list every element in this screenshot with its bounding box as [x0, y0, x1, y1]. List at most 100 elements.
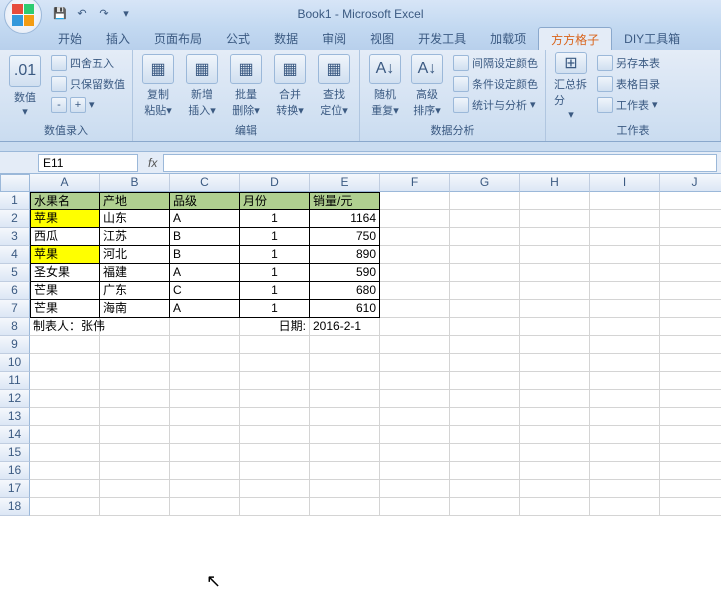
cell[interactable] [660, 444, 721, 462]
cell[interactable] [450, 390, 520, 408]
cell[interactable] [660, 462, 721, 480]
cell[interactable] [380, 300, 450, 318]
cell[interactable] [240, 444, 310, 462]
cell[interactable] [450, 318, 520, 336]
cell[interactable] [450, 498, 520, 516]
cell[interactable]: 1 [240, 300, 310, 318]
col-header[interactable]: E [310, 174, 380, 192]
cell[interactable] [240, 462, 310, 480]
cell[interactable]: 西瓜 [30, 228, 100, 246]
edit-button[interactable]: ▦查找定位▾ [313, 52, 355, 120]
cell[interactable] [520, 210, 590, 228]
cell[interactable]: A [170, 210, 240, 228]
cell[interactable] [380, 444, 450, 462]
cell[interactable] [520, 372, 590, 390]
cell[interactable] [660, 480, 721, 498]
cell[interactable] [520, 192, 590, 210]
cell[interactable] [660, 246, 721, 264]
cell[interactable] [100, 336, 170, 354]
edit-button[interactable]: ▦新增插入▾ [181, 52, 223, 120]
cell[interactable] [590, 300, 660, 318]
cell[interactable] [450, 462, 520, 480]
cell[interactable] [170, 372, 240, 390]
cell[interactable] [310, 408, 380, 426]
row-header[interactable]: 16 [0, 462, 30, 480]
cell[interactable]: 1 [240, 210, 310, 228]
cell[interactable] [590, 372, 660, 390]
cell[interactable] [520, 462, 590, 480]
cell[interactable] [520, 282, 590, 300]
cell[interactable] [170, 498, 240, 516]
cell[interactable] [100, 318, 170, 336]
numeric-button[interactable]: .01 数值▾ [4, 52, 46, 120]
cell[interactable] [590, 246, 660, 264]
cell[interactable] [170, 408, 240, 426]
cell[interactable]: 河北 [100, 246, 170, 264]
cell[interactable] [660, 264, 721, 282]
cell[interactable] [170, 444, 240, 462]
cell[interactable] [30, 336, 100, 354]
cell[interactable] [30, 408, 100, 426]
cell[interactable] [660, 408, 721, 426]
col-header[interactable]: F [380, 174, 450, 192]
row-header[interactable]: 2 [0, 210, 30, 228]
cell[interactable] [240, 390, 310, 408]
tab-9[interactable]: 方方格子 [538, 27, 612, 50]
cell[interactable] [450, 210, 520, 228]
col-header[interactable]: I [590, 174, 660, 192]
cell[interactable] [240, 354, 310, 372]
cell[interactable]: 680 [310, 282, 380, 300]
office-button[interactable] [4, 0, 42, 34]
cell[interactable] [30, 354, 100, 372]
cell[interactable] [660, 426, 721, 444]
keep-value-button[interactable]: 只保留数值 [48, 73, 128, 94]
cell[interactable] [450, 444, 520, 462]
cell[interactable] [100, 444, 170, 462]
cell[interactable] [100, 408, 170, 426]
cell[interactable]: A [170, 264, 240, 282]
cell[interactable] [170, 336, 240, 354]
summary-split-button[interactable]: ⊞ 汇总拆分▾ [550, 52, 592, 120]
tab-3[interactable]: 公式 [214, 27, 262, 50]
cell[interactable] [660, 336, 721, 354]
cell[interactable] [380, 282, 450, 300]
cell[interactable] [310, 372, 380, 390]
cell[interactable]: B [170, 228, 240, 246]
cell[interactable]: 月份 [240, 192, 310, 210]
row-header[interactable]: 3 [0, 228, 30, 246]
cell[interactable]: 苹果 [30, 210, 100, 228]
cell[interactable] [590, 480, 660, 498]
cell[interactable]: 890 [310, 246, 380, 264]
interval-color-button[interactable]: 间隔设定颜色 [450, 52, 541, 73]
row-header[interactable]: 14 [0, 426, 30, 444]
cell[interactable]: 芒果 [30, 300, 100, 318]
cell[interactable] [310, 480, 380, 498]
cell[interactable] [520, 300, 590, 318]
tab-0[interactable]: 开始 [46, 27, 94, 50]
cell[interactable]: 1 [240, 264, 310, 282]
worksheet-button[interactable]: 工作表▾ [594, 94, 663, 115]
cell[interactable] [450, 300, 520, 318]
tab-7[interactable]: 开发工具 [406, 27, 478, 50]
cell-area[interactable]: 水果名产地品级月份销量/元苹果山东A11164西瓜江苏B1750苹果河北B189… [30, 192, 721, 516]
cell[interactable] [450, 426, 520, 444]
cell[interactable] [380, 318, 450, 336]
row-header[interactable]: 15 [0, 444, 30, 462]
cell[interactable] [30, 498, 100, 516]
cell[interactable] [590, 192, 660, 210]
minus-button[interactable]: - [51, 97, 67, 113]
row-header[interactable]: 13 [0, 408, 30, 426]
cell[interactable] [520, 480, 590, 498]
row-header[interactable]: 18 [0, 498, 30, 516]
cell[interactable] [240, 408, 310, 426]
cell[interactable]: 福建 [100, 264, 170, 282]
analysis-button[interactable]: A↓高级排序▾ [406, 52, 448, 120]
formula-input[interactable] [163, 154, 717, 172]
cell[interactable] [310, 426, 380, 444]
qat-dropdown-icon[interactable]: ▾ [116, 4, 136, 24]
cell[interactable] [450, 408, 520, 426]
cell[interactable] [590, 444, 660, 462]
cell[interactable]: 1164 [310, 210, 380, 228]
cell[interactable] [520, 354, 590, 372]
col-header[interactable]: B [100, 174, 170, 192]
